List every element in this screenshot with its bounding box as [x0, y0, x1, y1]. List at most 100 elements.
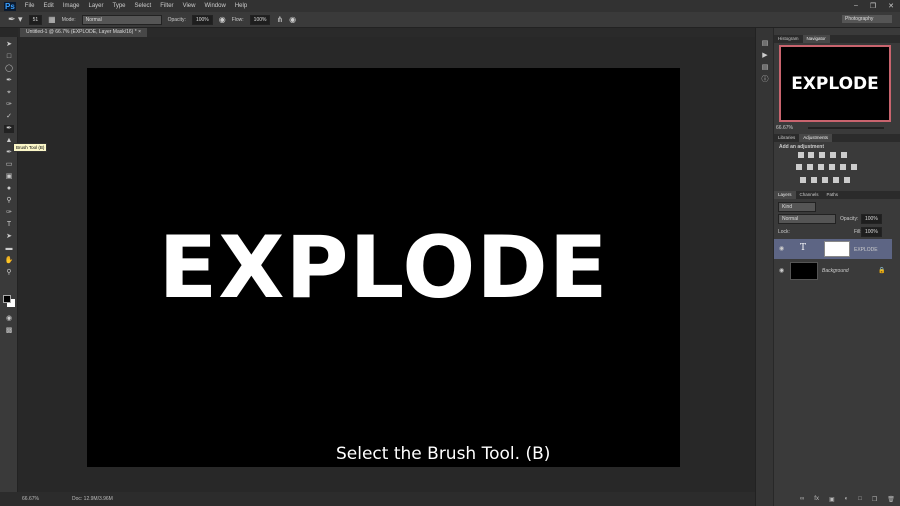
- layer-blend-mode[interactable]: Normal: [778, 214, 836, 224]
- healing-brush-tool-icon[interactable]: ✓: [4, 113, 14, 121]
- history-panel-icon[interactable]: ▤: [760, 40, 770, 48]
- opacity-field[interactable]: 100%: [191, 14, 213, 25]
- gradient-tool-icon[interactable]: ▣: [4, 173, 14, 181]
- airbrush-icon[interactable]: ⋔: [276, 15, 283, 24]
- brush-preset-icon[interactable]: ✒ ▾: [8, 14, 23, 25]
- trash-icon[interactable]: 🗑: [887, 496, 895, 503]
- curves-icon[interactable]: [819, 152, 825, 158]
- type-tool-icon[interactable]: T: [4, 221, 14, 229]
- fill-field[interactable]: 100%: [861, 227, 882, 237]
- group-icon[interactable]: □: [858, 496, 862, 503]
- actions-panel-icon[interactable]: ▶: [760, 52, 770, 60]
- exposure-icon[interactable]: [830, 152, 836, 158]
- add-mask-icon[interactable]: ▣: [829, 496, 835, 503]
- workspace-select[interactable]: Photography: [842, 15, 892, 23]
- layer-mask-thumbnail[interactable]: [824, 241, 850, 257]
- pressure-opacity-icon[interactable]: ◉: [219, 15, 226, 24]
- tab-libraries[interactable]: Libraries: [774, 134, 799, 142]
- posterize-icon[interactable]: [811, 177, 817, 183]
- properties-panel-icon[interactable]: ▤: [760, 64, 770, 72]
- channel-mixer-icon[interactable]: [840, 164, 846, 170]
- menu-filter[interactable]: Filter: [160, 3, 173, 9]
- lasso-tool-icon[interactable]: ◯: [4, 65, 14, 73]
- close-tab-icon[interactable]: ×: [138, 29, 141, 35]
- levels-icon[interactable]: [808, 152, 814, 158]
- invert-icon[interactable]: [800, 177, 806, 183]
- layer-row[interactable]: ◉ Background 🔒: [774, 261, 892, 281]
- blur-tool-icon[interactable]: ●: [4, 185, 14, 193]
- brush-size-field[interactable]: 51: [28, 14, 43, 25]
- tab-histogram[interactable]: Histogram: [774, 35, 803, 43]
- menu-select[interactable]: Select: [135, 3, 152, 9]
- hand-tool-icon[interactable]: ✋: [4, 257, 14, 265]
- menu-window[interactable]: Window: [204, 3, 225, 9]
- link-icon[interactable]: ∞: [800, 496, 804, 503]
- rectangle-tool-icon[interactable]: ▬: [4, 245, 14, 253]
- close-icon[interactable]: ✕: [888, 2, 894, 10]
- document-tab[interactable]: Untitled-1 @ 66.7% (EXPLODE, Layer Mask/…: [20, 28, 147, 37]
- menu-image[interactable]: Image: [63, 3, 80, 9]
- path-select-tool-icon[interactable]: ➤: [4, 233, 14, 241]
- selective-color-icon[interactable]: [844, 177, 850, 183]
- layer-name[interactable]: EXPLODE: [854, 247, 878, 253]
- lock-icon: 🔒: [878, 268, 886, 274]
- menu-file[interactable]: File: [25, 3, 35, 9]
- layer-opacity-field[interactable]: 100%: [861, 214, 882, 224]
- tooltip: Brush Tool (B): [13, 143, 48, 152]
- document-canvas[interactable]: EXPLODE: [87, 68, 680, 467]
- screen-mode-icon[interactable]: ▩: [4, 327, 14, 335]
- menu-help[interactable]: Help: [235, 3, 247, 9]
- minimize-icon[interactable]: –: [854, 2, 858, 10]
- menu-edit[interactable]: Edit: [43, 3, 53, 9]
- photo-filter-icon[interactable]: [829, 164, 835, 170]
- flow-field[interactable]: 100%: [249, 14, 271, 25]
- color-lookup-icon[interactable]: [851, 164, 857, 170]
- eyedropper-tool-icon[interactable]: ✑: [4, 101, 14, 109]
- mode-select[interactable]: Normal: [81, 14, 162, 25]
- layer-row[interactable]: ◉ T EXPLODE: [774, 239, 892, 259]
- eraser-tool-icon[interactable]: ▭: [4, 161, 14, 169]
- status-bar: 66.67% Doc: 12.9M/3.96M: [0, 492, 755, 506]
- brightness-contrast-icon[interactable]: [798, 152, 804, 158]
- vibrance-icon[interactable]: [841, 152, 847, 158]
- layer-kind-filter[interactable]: Kind: [778, 202, 816, 212]
- tab-channels[interactable]: Channels: [796, 191, 823, 199]
- info-panel-icon[interactable]: ⓘ: [760, 76, 770, 84]
- pen-tool-icon[interactable]: ✑: [4, 209, 14, 217]
- dodge-tool-icon[interactable]: ⚲: [4, 197, 14, 205]
- navigator-preview[interactable]: EXPLODE: [779, 45, 891, 122]
- canvas-text: EXPLODE: [158, 218, 609, 318]
- foreground-color-swatch[interactable]: [3, 295, 11, 303]
- visibility-eye-icon[interactable]: ◉: [779, 267, 784, 274]
- visibility-eye-icon[interactable]: ◉: [779, 245, 784, 252]
- quick-select-tool-icon[interactable]: ✒: [4, 77, 14, 85]
- menu-type[interactable]: Type: [113, 3, 126, 9]
- zoom-tool-icon[interactable]: ⚲: [4, 269, 14, 277]
- adjustment-layer-icon[interactable]: ◐: [845, 496, 849, 503]
- brush-panel-icon[interactable]: ▦: [48, 15, 56, 24]
- new-layer-icon[interactable]: ❐: [872, 496, 877, 503]
- brush-tool-icon[interactable]: ✒: [4, 125, 14, 133]
- menu-layer[interactable]: Layer: [89, 3, 104, 9]
- pressure-size-icon[interactable]: ◉: [289, 15, 296, 24]
- color-balance-icon[interactable]: [807, 164, 813, 170]
- move-tool-icon[interactable]: ➤: [4, 41, 14, 49]
- restore-icon[interactable]: ❐: [870, 2, 876, 10]
- quick-mask-icon[interactable]: ◉: [4, 315, 14, 323]
- navigator-zoom[interactable]: 66.67%: [776, 125, 793, 131]
- fx-icon[interactable]: fx: [814, 496, 819, 503]
- layer-name[interactable]: Background: [822, 268, 849, 274]
- marquee-tool-icon[interactable]: □: [4, 53, 14, 61]
- tab-layers[interactable]: Layers: [774, 191, 796, 199]
- gradient-map-icon[interactable]: [833, 177, 839, 183]
- threshold-icon[interactable]: [822, 177, 828, 183]
- tab-adjustments[interactable]: Adjustments: [799, 134, 833, 142]
- menu-view[interactable]: View: [183, 3, 196, 9]
- black-white-icon[interactable]: [818, 164, 824, 170]
- status-zoom[interactable]: 66.67%: [22, 496, 39, 502]
- navigator-zoom-slider[interactable]: [808, 127, 884, 129]
- tab-paths[interactable]: Paths: [823, 191, 843, 199]
- hue-saturation-icon[interactable]: [796, 164, 802, 170]
- tab-navigator[interactable]: Navigator: [802, 35, 830, 43]
- crop-tool-icon[interactable]: ⌖: [4, 89, 14, 97]
